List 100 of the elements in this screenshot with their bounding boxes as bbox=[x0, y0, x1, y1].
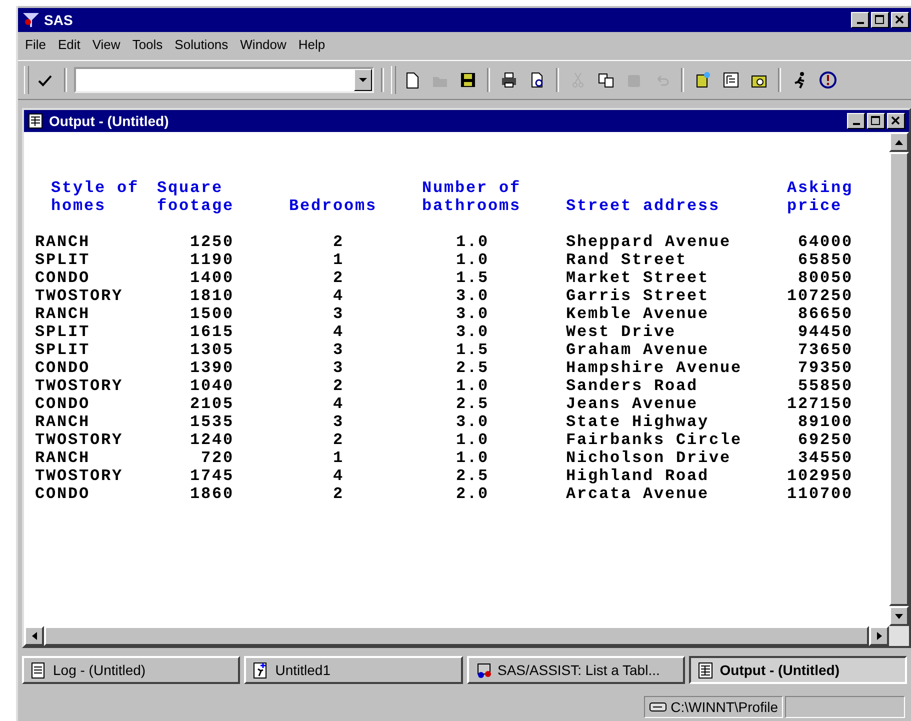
minimize-button[interactable] bbox=[851, 12, 869, 28]
table-cell: 127150 bbox=[786, 395, 853, 413]
table-cell: 4 bbox=[332, 467, 344, 485]
table-cell: 1615 bbox=[190, 323, 234, 341]
table-cell: 1810 bbox=[190, 287, 234, 305]
table-cell: TWOSTORY bbox=[35, 467, 124, 485]
column-header: Square footage bbox=[156, 179, 234, 215]
close-icon bbox=[891, 116, 901, 126]
table-cell: Market Street bbox=[566, 269, 710, 287]
table-cell: 3.0 bbox=[456, 413, 489, 431]
table-cell: TWOSTORY bbox=[35, 287, 124, 305]
table-cell: 102950 bbox=[786, 467, 853, 485]
table-cell: 1.0 bbox=[456, 251, 489, 269]
maximize-icon bbox=[871, 116, 881, 126]
menu-item[interactable]: Tools bbox=[127, 37, 168, 55]
table-cell: 65850 bbox=[798, 251, 853, 269]
maximize-button[interactable] bbox=[867, 113, 885, 129]
table-cell: 1.0 bbox=[456, 431, 489, 449]
table-cell: Kemble Avenue bbox=[566, 305, 710, 323]
menu-item[interactable]: Solutions bbox=[170, 37, 234, 55]
table-cell: 4 bbox=[332, 287, 344, 305]
exclamation-circle-icon[interactable] bbox=[819, 71, 837, 89]
scroll-up-button[interactable] bbox=[889, 132, 909, 152]
column-header: Style of homes bbox=[50, 179, 139, 215]
scrollbar-thumb[interactable] bbox=[44, 626, 869, 646]
table-cell: 2.5 bbox=[456, 395, 489, 413]
table-cell: 1240 bbox=[190, 431, 234, 449]
table-cell: RANCH bbox=[35, 449, 90, 467]
table-cell: CONDO bbox=[35, 269, 90, 287]
minimize-button[interactable] bbox=[847, 113, 865, 129]
command-field[interactable] bbox=[74, 67, 374, 93]
menu-item[interactable]: View bbox=[87, 37, 126, 55]
table-cell: Hampshire Avenue bbox=[566, 359, 742, 377]
table-cell: 3.0 bbox=[456, 287, 489, 305]
table-cell: 4 bbox=[332, 323, 344, 341]
close-button[interactable] bbox=[887, 113, 905, 129]
table-cell: 2 bbox=[332, 233, 344, 251]
table-cell: Sanders Road bbox=[566, 377, 698, 395]
table-cell: State Highway bbox=[566, 413, 710, 431]
table-cell: Graham Avenue bbox=[566, 341, 710, 359]
scroll-down-button[interactable] bbox=[889, 606, 909, 626]
table-cell: RANCH bbox=[35, 233, 90, 251]
table-cell: Fairbanks Circle bbox=[566, 431, 742, 449]
table-cell: 2 bbox=[332, 269, 344, 287]
table-cell: 2 bbox=[332, 485, 344, 503]
table-cell: SPLIT bbox=[35, 341, 90, 359]
output-document-icon bbox=[696, 662, 714, 678]
minimize-icon bbox=[852, 123, 860, 125]
printer-icon[interactable] bbox=[500, 71, 518, 89]
scroll-left-button[interactable] bbox=[24, 626, 44, 646]
floppy-icon[interactable] bbox=[459, 71, 477, 89]
taskbar-tab[interactable]: Untitled1 bbox=[244, 656, 462, 684]
output-window-title: Output - (Untitled) bbox=[49, 113, 170, 129]
maximize-button[interactable] bbox=[871, 12, 889, 28]
menu-item[interactable]: File bbox=[20, 37, 51, 55]
menu-item[interactable]: Window bbox=[235, 37, 292, 55]
table-cell: 110700 bbox=[786, 485, 853, 503]
dropdown-button[interactable] bbox=[354, 69, 372, 91]
table-cell: 720 bbox=[200, 449, 234, 467]
menu-item[interactable]: Help bbox=[293, 37, 330, 55]
table-cell: 1305 bbox=[190, 341, 234, 359]
table-cell: TWOSTORY bbox=[35, 431, 124, 449]
table-cell: West Drive bbox=[566, 323, 676, 341]
table-cell: 79350 bbox=[798, 359, 853, 377]
table-cell: CONDO bbox=[35, 395, 90, 413]
table-cell: 1.0 bbox=[456, 377, 489, 395]
drive-icon bbox=[648, 702, 667, 712]
menu-item[interactable]: Edit bbox=[52, 37, 86, 55]
table-cell: TWOSTORY bbox=[35, 377, 124, 395]
table-cell: 2.5 bbox=[456, 359, 489, 377]
table-cell: 2.0 bbox=[456, 485, 489, 503]
table-cell: 2 bbox=[332, 377, 344, 395]
table-cell: Jeans Avenue bbox=[566, 395, 698, 413]
status-path: C:\WINNT\Profile bbox=[670, 699, 778, 715]
table-cell: CONDO bbox=[35, 359, 90, 377]
table-cell: 2105 bbox=[190, 395, 234, 413]
table-cell: Arcata Avenue bbox=[566, 485, 710, 503]
table-cell: 1.0 bbox=[456, 233, 489, 251]
table-cell: 1250 bbox=[190, 233, 234, 251]
up-arrow-icon bbox=[895, 140, 903, 144]
tree-window-icon[interactable] bbox=[722, 71, 740, 89]
table-cell: Nicholson Drive bbox=[566, 449, 732, 467]
table-cell: 1.5 bbox=[456, 269, 489, 287]
taskbar-tab[interactable]: SAS/ASSIST: List a Tabl... bbox=[466, 656, 685, 684]
table-cell: 1.0 bbox=[456, 449, 489, 467]
document-figure-icon bbox=[252, 662, 270, 678]
column-header: Asking price bbox=[787, 179, 854, 215]
table-cell: 3 bbox=[332, 413, 344, 431]
caret-icon bbox=[359, 78, 367, 82]
table-cell: 3.0 bbox=[456, 323, 489, 341]
scroll-right-button[interactable] bbox=[869, 626, 889, 646]
scrollbar-thumb[interactable] bbox=[889, 152, 909, 606]
table-cell: 1500 bbox=[190, 305, 234, 323]
copy-icon[interactable] bbox=[597, 71, 615, 89]
taskbar-tab[interactable]: Output - (Untitled) bbox=[688, 656, 907, 684]
taskbar-tab[interactable]: Log - (Untitled) bbox=[22, 656, 240, 684]
close-button[interactable] bbox=[891, 12, 909, 28]
output-document-icon bbox=[28, 113, 44, 129]
column-header: Street address bbox=[566, 197, 720, 215]
column-header: Number of bathrooms bbox=[422, 179, 522, 215]
